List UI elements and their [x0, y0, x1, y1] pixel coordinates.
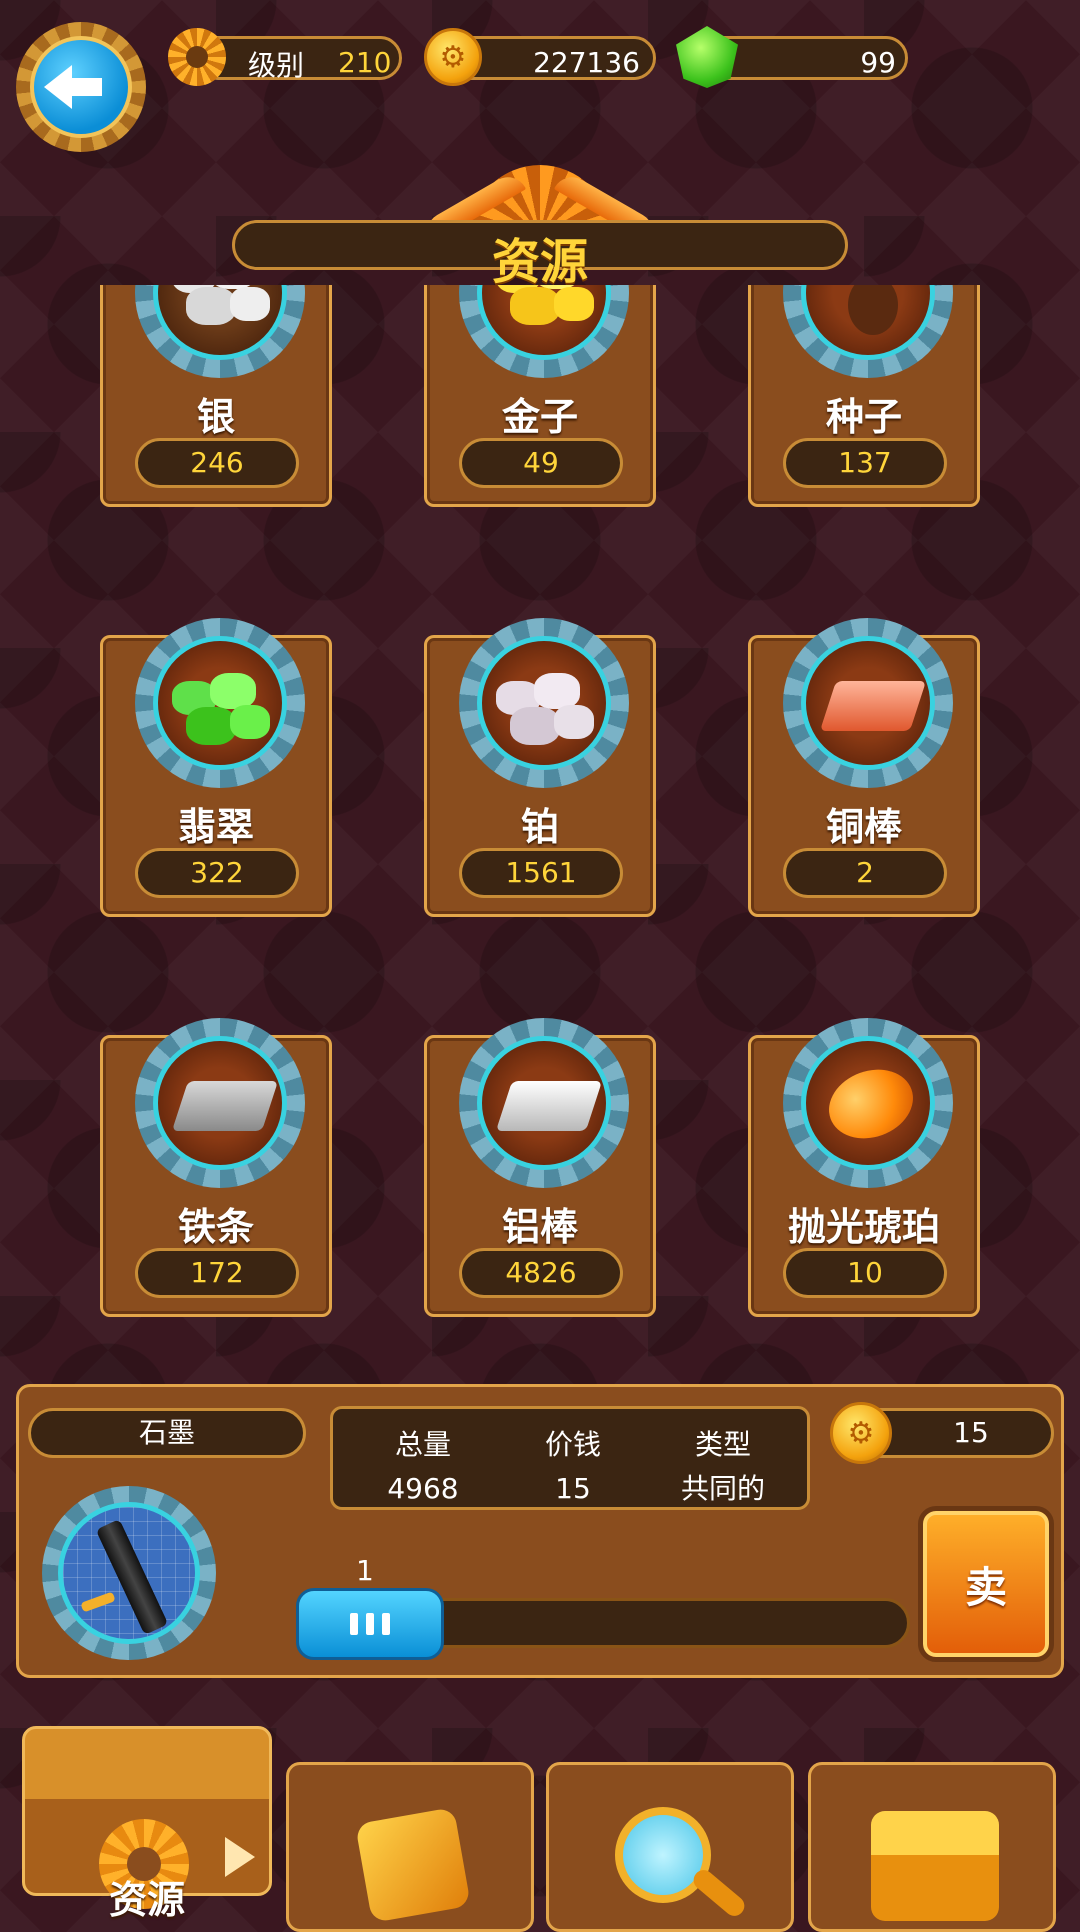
stat-value-type: 共同的 [680, 1472, 765, 1505]
resource-card-amber[interactable]: 抛光琥珀 10 [748, 1018, 980, 1317]
back-button[interactable] [16, 22, 146, 152]
back-arrow-icon [30, 36, 132, 138]
resource-count: 10 [783, 1248, 947, 1298]
tab-resources[interactable]: 资源 [22, 1726, 272, 1922]
resource-count: 49 [459, 438, 623, 488]
polished-amber-icon [801, 1036, 935, 1170]
resource-name: 种子 [825, 395, 902, 439]
stat-label-price: 价钱 [544, 1428, 601, 1461]
resource-name: 铝棒 [501, 1205, 578, 1249]
resource-grid[interactable]: 银 246 金子 49 种子 137 翡翠 322 铂 1561 铜棒 2 铁条… [0, 285, 1080, 1360]
coins-value: 227136 [533, 46, 640, 79]
resource-name: 银 [196, 395, 235, 439]
resource-card-seed[interactable]: 种子 137 [748, 285, 980, 507]
gold-ore-icon [477, 285, 611, 360]
emerald-icon [153, 636, 287, 770]
copper-bar-icon [801, 636, 935, 770]
resource-count: 1561 [459, 848, 623, 898]
resource-card-gold[interactable]: 金子 49 [424, 285, 656, 507]
seed-icon [801, 285, 935, 360]
resource-name: 金子 [501, 395, 578, 439]
treasure-chest-icon [871, 1811, 999, 1921]
resource-name: 铂 [520, 805, 559, 849]
resource-card-emerald[interactable]: 翡翠 322 [100, 618, 332, 917]
resource-name: 抛光琥珀 [787, 1205, 940, 1249]
level-gear-icon [168, 28, 226, 86]
resource-count: 137 [783, 438, 947, 488]
platinum-ore-icon [477, 636, 611, 770]
wrench-icon [80, 1591, 116, 1613]
tab-label: 资源 [108, 1878, 185, 1922]
resource-count: 322 [135, 848, 299, 898]
resource-card-silver[interactable]: 银 246 [100, 285, 332, 507]
iron-bar-icon [153, 1036, 287, 1170]
tab-search[interactable] [546, 1762, 794, 1932]
aluminum-bar-icon [477, 1036, 611, 1170]
resource-card-aluminum-bar[interactable]: 铝棒 4826 [424, 1018, 656, 1317]
page-title: 资源 [491, 234, 588, 290]
stat-value-price: 15 [555, 1472, 591, 1505]
tab-chest[interactable] [808, 1762, 1056, 1932]
resource-name: 铜棒 [825, 805, 902, 849]
quantity-slider-handle[interactable] [296, 1588, 444, 1660]
resource-card-iron-bar[interactable]: 铁条 172 [100, 1018, 332, 1317]
tab-dice[interactable] [286, 1762, 534, 1932]
level-value: 210 [338, 46, 392, 79]
resource-count: 2 [783, 848, 947, 898]
coin-icon: ⚙ [424, 28, 482, 86]
quantity-value: 1 [356, 1554, 374, 1587]
stat-value-total: 4968 [387, 1472, 459, 1505]
sell-button[interactable]: 卖 [918, 1506, 1054, 1662]
stat-label-type: 类型 [694, 1428, 751, 1461]
coin-icon: ⚙ [830, 1402, 892, 1464]
level-label: 级别 [248, 49, 305, 82]
resource-count: 4826 [459, 1248, 623, 1298]
resource-count: 246 [135, 438, 299, 488]
graphite-item-icon [42, 1486, 216, 1660]
resource-name: 翡翠 [177, 805, 254, 849]
dice-icon [355, 1807, 471, 1923]
resource-card-platinum[interactable]: 铂 1561 [424, 618, 656, 917]
magnifier-icon [615, 1807, 711, 1903]
sell-price-value: 15 [953, 1416, 989, 1449]
silver-ore-icon [153, 285, 287, 360]
gems-value: 99 [860, 46, 896, 79]
resource-card-copper-bar[interactable]: 铜棒 2 [748, 618, 980, 917]
stats-box: 总量 4968 价钱 15 类型 共同的 [330, 1406, 810, 1510]
resource-name: 铁条 [177, 1205, 254, 1249]
resource-count: 172 [135, 1248, 299, 1298]
stat-label-total: 总量 [394, 1428, 451, 1461]
selected-item-name: 石墨 [28, 1408, 306, 1458]
